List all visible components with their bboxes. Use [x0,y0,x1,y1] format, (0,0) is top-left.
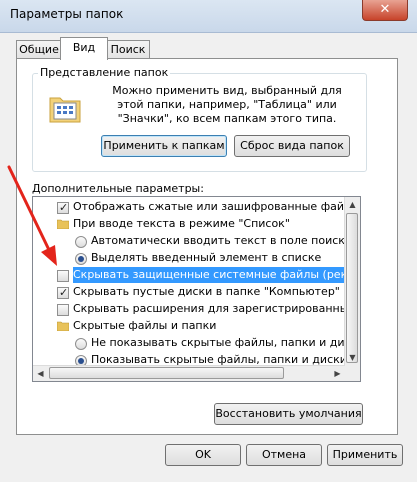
checkbox[interactable] [57,270,69,282]
list-item-label: Скрывать защищенные системные файлы (рек… [71,266,360,284]
apply-button[interactable]: Применить [327,444,403,466]
list-item-label: Скрытые файлы и папки [73,319,217,332]
list-item-label: Скрывать расширения для зарегистрированн… [73,302,360,315]
folder-icon [57,321,69,331]
folder-view-icon [49,97,81,123]
list-item[interactable]: Автоматически вводить текст в поле поиск… [33,233,352,250]
checkbox[interactable] [57,304,69,316]
close-button[interactable]: ✕ [362,0,408,21]
vertical-scroll-thumb[interactable] [346,213,358,363]
radio-button[interactable] [75,236,87,248]
folder-view-description: Можно применить вид, выбранный для этой … [112,84,342,125]
list-item[interactable]: Скрывать расширения для зарегистрированн… [33,301,360,318]
list-item[interactable]: ✓ Отображать сжатые или зашифрованные фа… [33,199,360,216]
folder-view-group-title: Представление папок [38,66,171,79]
scroll-up-icon[interactable]: ▲ [345,197,360,212]
radio-dot-icon [78,256,84,262]
horizontal-scrollbar[interactable]: ◀ ▶ [33,365,345,381]
cancel-button[interactable]: Отмена [246,444,322,466]
checkmark-icon: ✓ [59,286,69,299]
radio-dot-icon [78,358,84,364]
radio-button[interactable] [75,253,87,265]
window-title: Параметры папок [10,7,124,21]
horizontal-scroll-thumb[interactable] [49,367,284,379]
list-item[interactable]: Не показывать скрытые файлы, папки и дис… [33,335,360,352]
radio-button[interactable] [75,338,87,350]
checkbox[interactable]: ✓ [57,286,69,299]
scroll-corner [345,366,360,381]
advanced-settings-list[interactable]: ✓ Отображать сжатые или зашифрованные фа… [32,196,361,382]
list-item: Скрытые файлы и папки [33,318,349,335]
advanced-settings-label: Дополнительные параметры: [32,182,204,195]
tab-label: Общие [19,43,59,56]
title-bar: Параметры папок ✕ [0,0,417,33]
tab-general[interactable]: Общие [16,40,62,59]
scroll-down-icon[interactable]: ▼ [345,350,360,365]
scroll-right-icon[interactable]: ▶ [330,366,345,381]
ok-button[interactable]: OK [165,444,241,466]
list-item-label: Выделять введенный элемент в списке [91,251,322,264]
list-item[interactable]: Выделять введенный элемент в списке [33,250,349,267]
restore-defaults-button[interactable]: Восстановить умолчания [214,403,363,425]
list-item: При вводе текста в режиме "Список" [33,216,349,233]
tab-label: Вид [72,41,96,54]
close-icon: ✕ [379,2,391,17]
list-item-selected[interactable]: Скрывать защищенные системные файлы (рек… [33,266,360,284]
vertical-scrollbar[interactable]: ▲ ▼ [344,197,360,381]
list-item-label: Автоматически вводить текст в поле поиск… [91,234,352,247]
tab-search[interactable]: Поиск [106,40,150,59]
list-item[interactable]: ✓ Скрывать пустые диски в папке "Компьют… [33,284,349,301]
list-item-label: Скрывать пустые диски в папке "Компьютер… [73,285,340,298]
checkbox[interactable]: ✓ [57,201,69,214]
list-item-label: При вводе текста в режиме "Список" [73,217,290,230]
list-item-label: Не показывать скрытые файлы, папки и дис… [91,336,361,349]
tab-label: Поиск [110,43,146,56]
scroll-left-icon[interactable]: ◀ [33,366,48,381]
checkmark-icon: ✓ [59,201,69,214]
list-item-label: Отображать сжатые или зашифрованные файл… [73,200,361,213]
folder-icon [57,219,69,229]
reset-folders-button[interactable]: Сброс вида папок [234,135,350,157]
tab-view[interactable]: Вид [60,37,108,60]
apply-to-folders-button[interactable]: Применить к папкам [101,135,227,157]
